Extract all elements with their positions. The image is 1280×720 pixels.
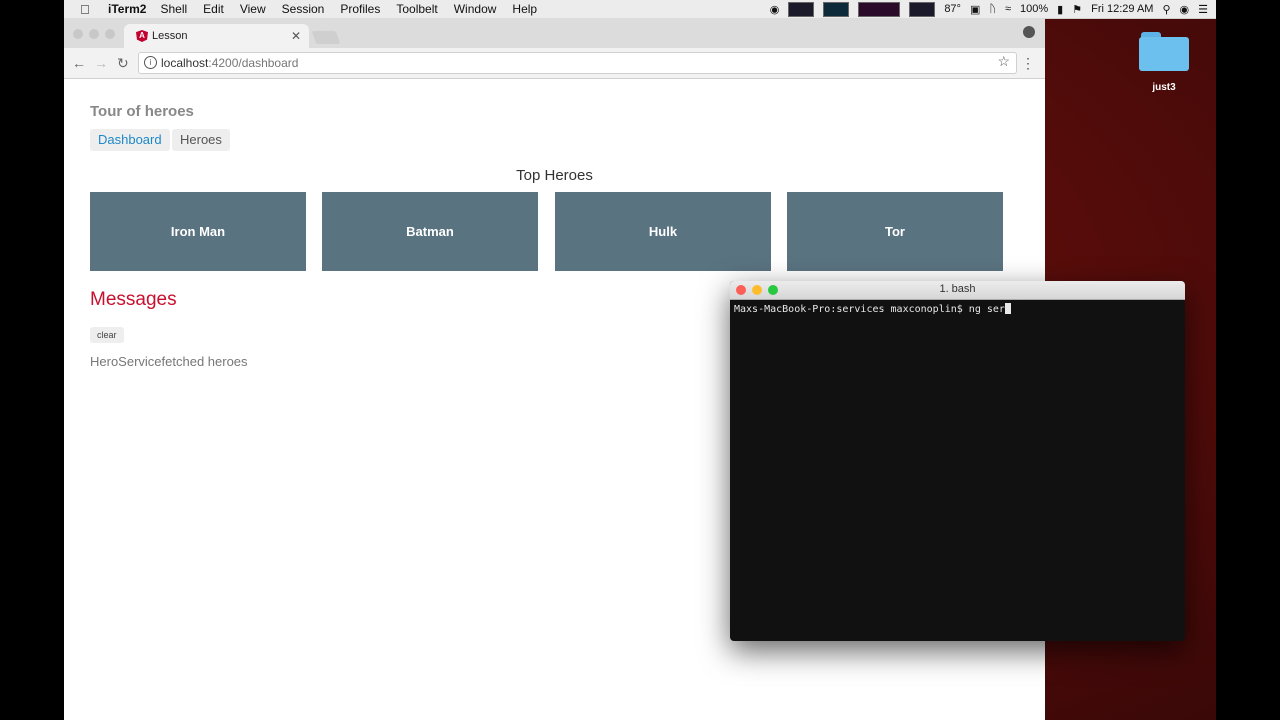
hero-card[interactable]: Iron Man (90, 192, 306, 271)
clock[interactable]: Fri 12:29 AM (1091, 3, 1153, 15)
reload-icon[interactable]: ↻ (117, 55, 129, 72)
message-item: HeroServicefetched heroes (90, 354, 248, 369)
info-icon[interactable]: i (144, 56, 157, 69)
status-area: ◉ 87° ▣ ᚢ ≈ 100% ▮ ⚑ Fri 12:29 AM ⚲ ◉ ☰ (770, 0, 1208, 18)
browser-tab[interactable]: A Lesson ✕ (124, 24, 309, 48)
terminal-cursor (1004, 303, 1011, 314)
memory-graph-icon[interactable] (823, 1, 850, 17)
menu-shell[interactable]: Shell (160, 2, 187, 16)
battery-icon[interactable]: ▮ (1057, 3, 1063, 16)
tab-close-icon[interactable]: ✕ (291, 29, 301, 43)
terminal-prompt-line[interactable]: Maxs-MacBook-Pro:services maxconoplin$ n… (734, 303, 1011, 315)
display-icon[interactable]: ▣ (970, 3, 980, 16)
menu-view[interactable]: View (240, 2, 266, 16)
terminal-titlebar[interactable]: 1. bash (730, 281, 1185, 300)
menu-edit[interactable]: Edit (203, 2, 224, 16)
back-arrow-icon[interactable]: ← (72, 55, 86, 71)
profile-icon[interactable] (1023, 26, 1035, 38)
url-text[interactable]: localhost:4200/dashboard (161, 56, 298, 70)
tab-bar: A Lesson ✕ (64, 18, 1045, 48)
record-icon[interactable]: ◉ (770, 3, 780, 16)
macos-menubar:  iTerm2 Shell Edit View Session Profile… (64, 0, 1216, 19)
nav-heroes-link[interactable]: Heroes (172, 129, 230, 151)
temperature-readout[interactable]: 87° (944, 3, 961, 15)
siri-icon[interactable]: ◉ (1180, 3, 1190, 16)
menu-session[interactable]: Session (282, 2, 325, 16)
tab-title: Lesson (152, 30, 188, 42)
network-graph-icon[interactable] (858, 1, 901, 17)
address-bar[interactable]: i localhost:4200/dashboard ☆ (138, 52, 1017, 74)
disk-graph-icon[interactable] (909, 1, 936, 17)
menu-app-name[interactable]: iTerm2 (108, 2, 146, 16)
wifi-icon[interactable]: ≈ (1005, 3, 1011, 15)
spotlight-search-icon[interactable]: ⚲ (1162, 3, 1170, 16)
apple-menu-icon[interactable]:  (80, 2, 94, 17)
terminal-command: Maxs-MacBook-Pro:services maxconoplin$ n… (734, 304, 1005, 315)
new-tab-button[interactable] (311, 31, 341, 44)
terminal-title: 1. bash (939, 283, 976, 295)
minimize-window-button[interactable] (89, 29, 99, 39)
clear-button[interactable]: clear (90, 327, 124, 343)
battery-percent[interactable]: 100% (1020, 3, 1048, 15)
folder-label[interactable]: just3 (1140, 82, 1188, 93)
angular-favicon-icon: A (136, 30, 148, 42)
menu-toolbelt[interactable]: Toolbelt (396, 2, 437, 16)
hero-card[interactable]: Batman (322, 192, 538, 271)
bluetooth-icon[interactable]: ᚢ (989, 3, 996, 15)
folder-icon[interactable] (1139, 30, 1189, 72)
menu-help[interactable]: Help (512, 2, 537, 16)
zoom-window-button[interactable] (105, 29, 115, 39)
letterbox-left (0, 0, 64, 720)
hero-card[interactable]: Tor (787, 192, 1003, 271)
url-path: :4200/dashboard (208, 56, 299, 70)
messages-heading: Messages (90, 289, 177, 310)
forward-arrow-icon[interactable]: → (94, 55, 108, 71)
close-window-button[interactable] (73, 29, 83, 39)
bookmark-star-icon[interactable]: ☆ (997, 53, 1010, 70)
menu-profiles[interactable]: Profiles (340, 2, 380, 16)
terminal-window[interactable]: 1. bash Maxs-MacBook-Pro:services maxcon… (730, 281, 1185, 641)
hero-card[interactable]: Hulk (555, 192, 771, 271)
menu-window[interactable]: Window (454, 2, 497, 16)
letterbox-right (1216, 0, 1280, 720)
app-title: Tour of heroes (90, 103, 194, 120)
nav-dashboard-link[interactable]: Dashboard (90, 129, 170, 151)
flag-icon[interactable]: ⚑ (1072, 3, 1082, 16)
cpu-graph-icon[interactable] (788, 1, 815, 17)
browser-toolbar: ← → ↻ i localhost:4200/dashboard ☆ ⋮ (64, 48, 1045, 79)
url-host: localhost (161, 56, 209, 70)
top-heroes-heading: Top Heroes (516, 167, 593, 184)
notification-center-icon[interactable]: ☰ (1198, 3, 1208, 16)
browser-menu-icon[interactable]: ⋮ (1021, 55, 1035, 72)
